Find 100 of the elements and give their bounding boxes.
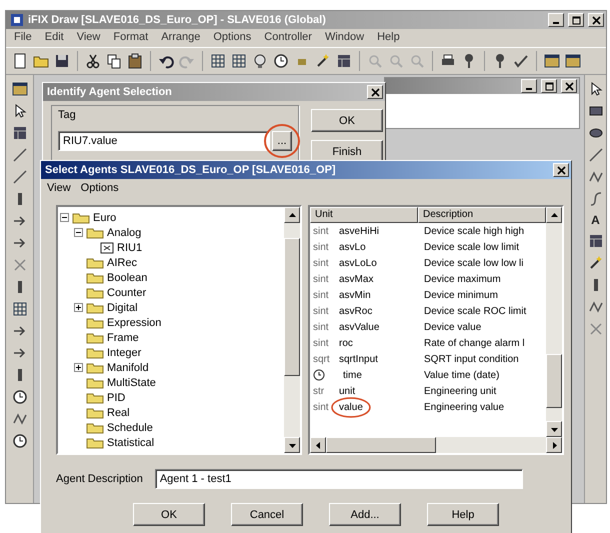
- scroll-down-button[interactable]: [546, 421, 562, 437]
- tree-item[interactable]: Frame: [107, 332, 139, 344]
- scroll-thumb[interactable]: [546, 354, 562, 408]
- agent-description: Device scale ROC limit: [423, 306, 528, 316]
- grid-icon[interactable]: [12, 301, 28, 317]
- agent-name[interactable]: time: [343, 370, 362, 380]
- scroll-thumb[interactable]: [326, 437, 436, 453]
- line-icon[interactable]: [12, 147, 28, 163]
- folder-icon: [86, 316, 104, 328]
- expander-icon[interactable]: [60, 213, 69, 222]
- tree-item[interactable]: Expression: [107, 316, 162, 328]
- tree-item[interactable]: Euro: [93, 212, 116, 224]
- agent-name[interactable]: asvLoLo: [339, 258, 377, 268]
- clock-icon[interactable]: [12, 389, 28, 405]
- window-icon[interactable]: [565, 53, 581, 69]
- dialog-button[interactable]: Add...: [329, 503, 401, 526]
- menu-item[interactable]: Controller: [264, 31, 312, 45]
- expander-icon[interactable]: [74, 303, 83, 312]
- wand-icon[interactable]: [315, 53, 331, 69]
- checkmark-icon[interactable]: [513, 53, 529, 69]
- tree-item[interactable]: Manifold: [107, 362, 149, 374]
- tree-item[interactable]: Integer: [107, 346, 142, 358]
- scroll-up-button[interactable]: [284, 207, 300, 223]
- new-page-icon[interactable]: [12, 53, 28, 69]
- menu-item[interactable]: Format: [113, 31, 148, 45]
- close-button[interactable]: [553, 163, 569, 177]
- clock-icon[interactable]: [12, 433, 28, 449]
- close-button[interactable]: [561, 79, 577, 93]
- description-field[interactable]: Agent 1 - test1: [154, 469, 523, 489]
- tree-item[interactable]: Real: [107, 406, 130, 418]
- tree-item[interactable]: Statistical: [107, 436, 154, 448]
- agent-name[interactable]: asvLo: [339, 242, 366, 252]
- maximize-button[interactable]: [568, 13, 584, 27]
- maximize-button[interactable]: [541, 79, 557, 93]
- grid-icon[interactable]: [231, 53, 247, 69]
- tag-field[interactable]: RIU7.value: [58, 131, 270, 151]
- line-icon[interactable]: [588, 147, 604, 163]
- tree-item[interactable]: Schedule: [107, 422, 153, 434]
- tree-item[interactable]: Boolean: [107, 272, 148, 284]
- table-icon[interactable]: [336, 53, 352, 69]
- minimize-button[interactable]: [521, 79, 537, 93]
- polyline-icon[interactable]: [588, 299, 604, 315]
- window-icon[interactable]: [544, 53, 560, 69]
- menu-item[interactable]: Help: [377, 31, 400, 45]
- agent-name[interactable]: sqrtInput: [339, 354, 378, 364]
- expander-icon[interactable]: [74, 363, 83, 372]
- scroll-thumb[interactable]: [284, 238, 300, 376]
- table-icon[interactable]: [588, 233, 604, 249]
- table-icon[interactable]: [12, 125, 28, 141]
- menu-item[interactable]: Arrange: [161, 31, 200, 45]
- agent-name[interactable]: asveHiHi: [339, 226, 380, 236]
- scroll-left-button[interactable]: [310, 437, 326, 453]
- tree-item[interactable]: RIU1: [117, 242, 142, 254]
- column-header[interactable]: Unit: [310, 207, 418, 223]
- grid-icon[interactable]: [210, 53, 226, 69]
- agent-name[interactable]: asvValue: [339, 322, 380, 332]
- folder-icon: [86, 226, 104, 238]
- menu-item[interactable]: Options: [80, 182, 119, 194]
- menu-item[interactable]: View: [47, 182, 71, 194]
- agent-name[interactable]: asvRoc: [339, 306, 372, 316]
- lightbulb-icon[interactable]: [252, 53, 268, 69]
- tree-item[interactable]: MultiState: [107, 376, 156, 388]
- agent-name[interactable]: asvMin: [339, 290, 371, 300]
- clock-icon[interactable]: [273, 53, 289, 69]
- menu-item[interactable]: Edit: [44, 31, 64, 45]
- minimize-button[interactable]: [548, 13, 564, 27]
- tree-item[interactable]: Digital: [107, 302, 138, 314]
- dialog-button[interactable]: OK: [133, 503, 205, 526]
- agent-name[interactable]: unit: [339, 386, 356, 396]
- tree-item[interactable]: AIRec: [107, 256, 137, 268]
- dialog-button[interactable]: Cancel: [231, 503, 303, 526]
- clipboard-icon[interactable]: [127, 53, 143, 69]
- browse-button[interactable]: ...: [272, 131, 292, 151]
- wand-icon[interactable]: [588, 255, 604, 271]
- copy-icon[interactable]: [106, 53, 122, 69]
- scroll-right-button[interactable]: [546, 437, 562, 453]
- column-header[interactable]: Description: [418, 207, 546, 223]
- menu-item[interactable]: File: [14, 31, 32, 45]
- dialog-button[interactable]: OK: [311, 109, 383, 132]
- agent-name[interactable]: roc: [339, 338, 353, 348]
- polyline-icon[interactable]: [588, 169, 604, 185]
- agent-name[interactable]: asvMax: [339, 274, 374, 284]
- menu-item[interactable]: View: [76, 31, 100, 45]
- scroll-up-button[interactable]: [546, 207, 562, 223]
- scroll-down-button[interactable]: [284, 437, 300, 453]
- expander-icon[interactable]: [74, 228, 83, 237]
- tree-item[interactable]: Counter: [107, 286, 146, 298]
- line-icon[interactable]: [12, 169, 28, 185]
- tree-item[interactable]: Analog: [107, 226, 142, 238]
- text-tool[interactable]: A: [591, 213, 600, 227]
- tree-item[interactable]: PID: [107, 392, 126, 404]
- close-button[interactable]: [588, 13, 604, 27]
- menu-item[interactable]: Options: [213, 31, 252, 45]
- scissors-icon[interactable]: [85, 53, 101, 69]
- close-button[interactable]: [367, 85, 383, 99]
- dialog-button[interactable]: Help: [427, 503, 499, 526]
- window-icon[interactable]: [12, 81, 28, 97]
- menu-item[interactable]: Window: [324, 31, 364, 45]
- polyline-icon[interactable]: [12, 411, 28, 427]
- type-label: sint: [313, 226, 330, 236]
